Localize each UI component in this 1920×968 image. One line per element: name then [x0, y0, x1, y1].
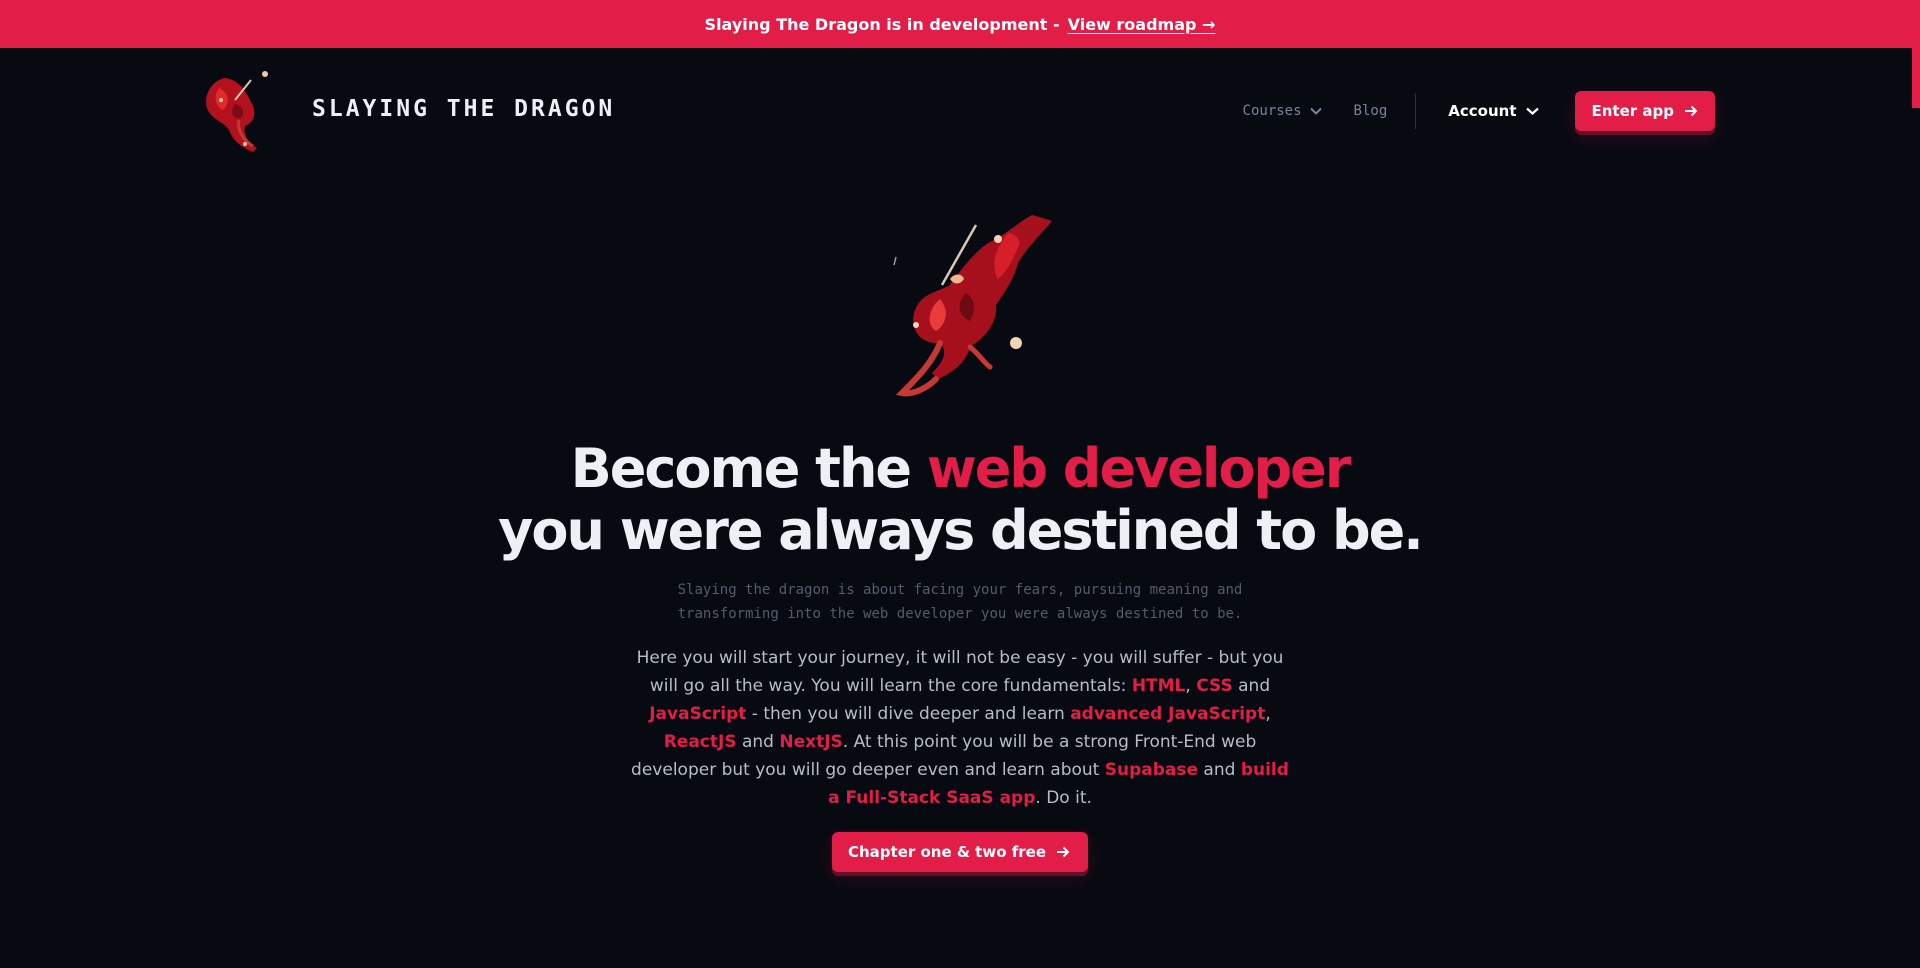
highlight-css: CSS [1196, 676, 1233, 696]
free-chapters-button[interactable]: Chapter one & two free [831, 832, 1089, 872]
highlight-supabase: Supabase [1104, 760, 1199, 780]
highlight-html: HTML [1131, 676, 1186, 696]
main-nav: Courses Blog Account Enter app [1243, 90, 1715, 132]
intro-text: - then you will dive deeper and learn [746, 704, 1071, 724]
highlight-nextjs: NextJS [779, 732, 843, 752]
account-label: Account [1448, 102, 1517, 120]
announcement-banner: Slaying The Dragon is in development - V… [0, 0, 1920, 48]
headline-line-1: Become the web developer [0, 438, 1920, 500]
banner-text: Slaying The Dragon is in development - [704, 14, 1060, 34]
nav-divider [1415, 93, 1417, 129]
intro-text: and [1198, 760, 1241, 780]
hero-subtitle: Slaying the dragon is about facing your … [0, 578, 1920, 626]
headline-accent: web developer [926, 437, 1352, 500]
intro-text: , [1265, 704, 1271, 724]
nav-blog[interactable]: Blog [1354, 103, 1388, 119]
highlight-reactjs: ReactJS [663, 732, 737, 752]
headline-line-2: you were always destined to be. [498, 499, 1424, 562]
subtitle-line-1: Slaying the dragon is about facing your … [677, 582, 1243, 598]
free-chapters-label: Chapter one & two free [847, 843, 1047, 861]
arrow-right-icon [1685, 105, 1698, 117]
dragon-logo-icon[interactable] [195, 60, 295, 160]
nav-courses[interactable]: Courses [1243, 103, 1322, 119]
side-accent [1912, 48, 1920, 108]
brand-name[interactable]: SLAYING THE DRAGON [312, 96, 615, 122]
dragon-illustration-icon [893, 215, 1052, 397]
site-header: SLAYING THE DRAGON Courses Blog Account … [195, 48, 1715, 170]
subtitle-line-2: transforming into the web developer you … [677, 606, 1243, 622]
intro-text: , [1185, 676, 1197, 696]
view-roadmap-link[interactable]: View roadmap → [1068, 15, 1216, 34]
hero-headline: Become the web developer you were always… [0, 438, 1920, 562]
arrow-right-icon [1057, 846, 1070, 858]
intro-paragraph: Here you will start your journey, it wil… [630, 644, 1290, 812]
enter-app-label: Enter app [1591, 102, 1675, 120]
intro-text: . Do it. [1035, 788, 1092, 808]
intro-text: and [736, 732, 780, 752]
account-menu[interactable]: Account [1448, 102, 1539, 120]
headline-part-1: Become the [570, 437, 912, 500]
chevron-down-icon [1525, 107, 1539, 115]
enter-app-button[interactable]: Enter app [1574, 91, 1715, 131]
cta-container: Chapter one & two free [0, 832, 1920, 872]
highlight-advanced-javascript: advanced JavaScript [1070, 704, 1266, 724]
chevron-down-icon [1309, 107, 1322, 115]
nav-courses-label: Courses [1242, 103, 1302, 119]
highlight-javascript: JavaScript [649, 704, 747, 724]
intro-text: and [1232, 676, 1271, 696]
